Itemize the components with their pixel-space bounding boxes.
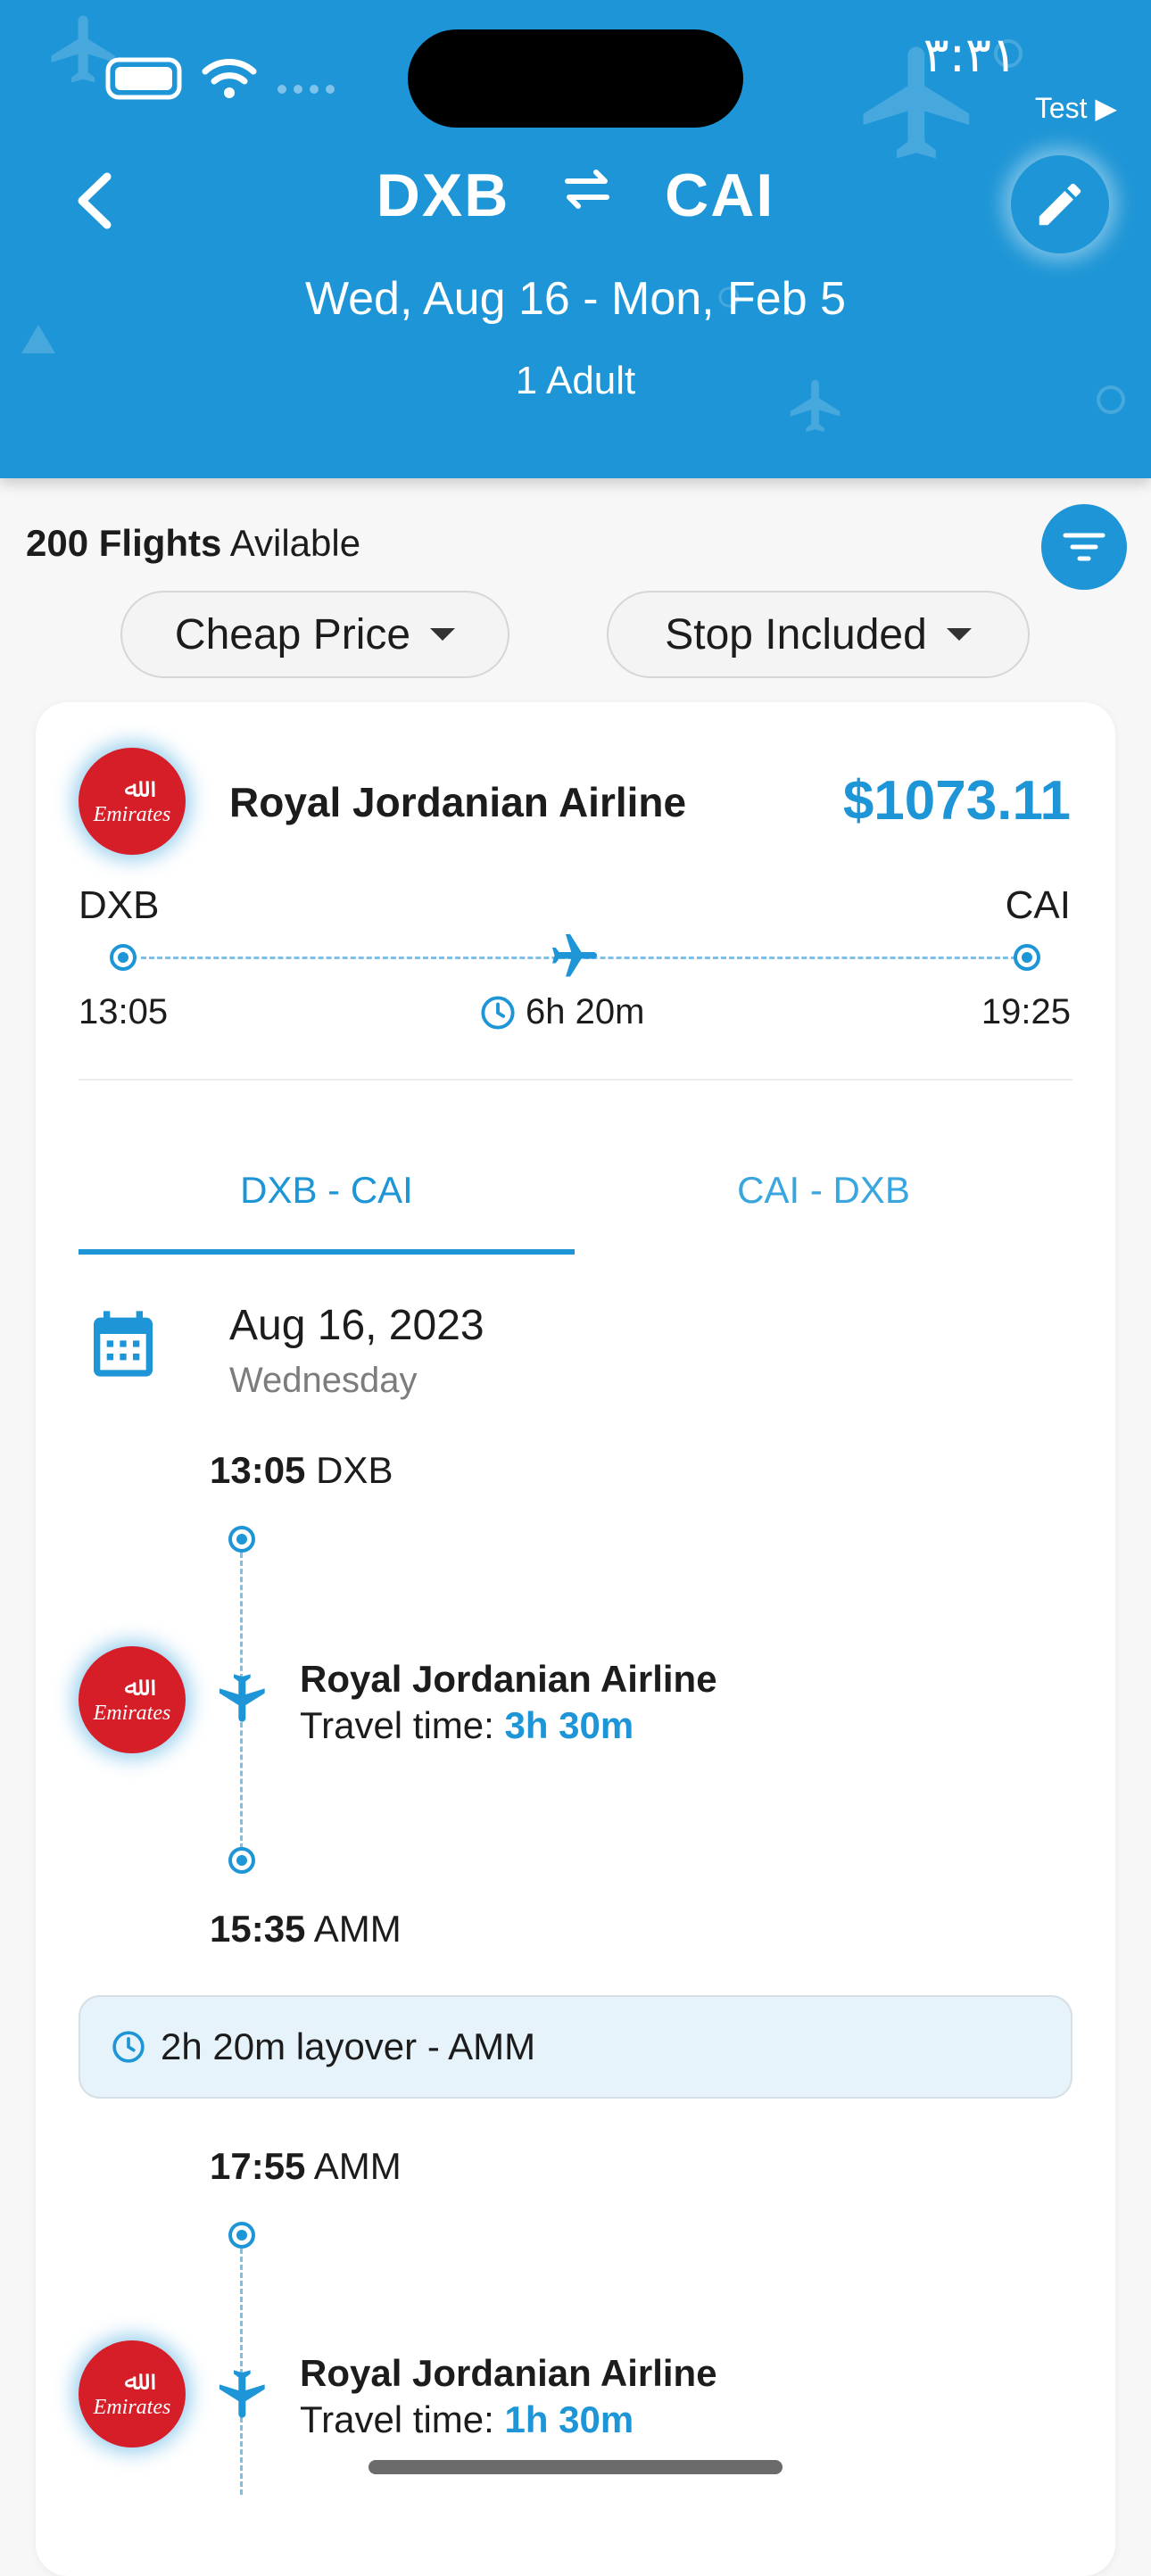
flights-count: 200 Flights Avilable: [26, 522, 360, 565]
duration: 6h 20m: [479, 992, 644, 1032]
swap-arrows-icon: [565, 170, 610, 209]
caret-down-icon: [430, 628, 456, 641]
airline-logo-glyph: ﷲ: [124, 774, 140, 803]
airline-logo-glyph: ﷲ: [124, 2366, 140, 2396]
filter-button[interactable]: [1041, 504, 1127, 590]
leg2-start-point: [228, 2222, 255, 2249]
flight-date: Aug 16, 2023: [229, 1302, 484, 1349]
stops-label: Stop Included: [665, 610, 927, 658]
arrive-time: 19:25: [981, 992, 1071, 1031]
flight-weekday: Wednesday: [229, 1361, 418, 1400]
leg2-travel-time: Travel time: 1h 30m: [300, 2398, 633, 2441]
flights-count-number: 200 Flights: [26, 522, 222, 564]
layover-text: 2h 20m layover - AMM: [161, 2025, 536, 2067]
travel-dates: Wed, Aug 16 - Mon, Feb 5: [304, 273, 847, 325]
leg1-start-point: [228, 1526, 255, 1553]
calendar-icon: [94, 1311, 153, 1377]
from-airport-code: DXB: [79, 883, 160, 927]
leg1-arrive-code: AMM: [313, 1908, 402, 1950]
edit-pencil-icon: [1039, 183, 1081, 226]
airline-logo: ﷲ Emirates: [79, 2340, 186, 2448]
flight-card[interactable]: [36, 702, 1115, 2576]
destination-code: CAI: [665, 162, 775, 230]
leg1-departure: 13:05 DXB: [210, 1449, 393, 1492]
active-tab-indicator: [79, 1249, 575, 1255]
leg2-travel-label: Travel time:: [300, 2398, 494, 2440]
signal-dots-icon: [277, 85, 335, 94]
passenger-count: 1 Adult: [515, 359, 636, 402]
leg2-departure: 17:55 AMM: [210, 2145, 402, 2188]
layover-banner: 2h 20m layover - AMM: [79, 1995, 1072, 2099]
leg1-travel-time: Travel time: 3h 30m: [300, 1704, 633, 1747]
origin-point: [110, 944, 137, 971]
card-divider: [79, 1079, 1072, 1081]
caret-down-icon: [946, 628, 972, 641]
search-header: ٣:٣١ Test ▶ DXB CAI Wed, Aug 16 - Mon, F…: [0, 0, 1151, 478]
tab-outbound[interactable]: DXB - CAI: [79, 1169, 575, 1212]
status-time: ٣:٣١: [923, 27, 1017, 83]
airline-logo: ﷲ Emirates: [79, 1646, 186, 1753]
leg2-depart-time: 17:55: [210, 2145, 306, 2187]
decorative-triangle-icon: [21, 325, 55, 353]
flights-available-label: Avilable: [229, 522, 361, 564]
leg1-arrive-time: 15:35: [210, 1908, 306, 1950]
leg1-end-point: [228, 1847, 255, 1874]
tab-return[interactable]: CAI - DXB: [575, 1169, 1072, 1212]
leg2-airline: Royal Jordanian Airline: [300, 2352, 717, 2394]
airline-logo: ﷲ Emirates: [79, 748, 186, 855]
clock-icon: [112, 2031, 145, 2063]
back-to-app-label[interactable]: Test ▶: [1035, 91, 1117, 125]
leg1-arrival: 15:35 AMM: [210, 1908, 402, 1951]
airline-logo-glyph: ﷲ: [124, 1672, 140, 1702]
sort-price-dropdown[interactable]: Cheap Price: [120, 591, 509, 678]
leg1-depart-code: DXB: [316, 1449, 393, 1491]
sort-price-label: Cheap Price: [174, 610, 411, 658]
airline-logo-text: Emirates: [93, 803, 171, 826]
leg1-depart-time: 13:05: [210, 1449, 306, 1491]
origin-code: DXB: [376, 162, 510, 230]
duration-text: 6h 20m: [526, 992, 645, 1031]
dynamic-island: [408, 29, 743, 128]
to-airport-code: CAI: [1005, 883, 1071, 927]
clock-icon: [481, 995, 515, 1030]
destination-point: [1014, 944, 1040, 971]
battery-icon: [105, 57, 182, 100]
leg2-depart-code: AMM: [313, 2145, 402, 2187]
flight-price: $1073.11: [842, 770, 1071, 832]
airline-logo-text: Emirates: [93, 2396, 171, 2419]
leg2-travel-value: 1h 30m: [504, 2398, 634, 2440]
filter-icon: [1063, 533, 1105, 561]
depart-time: 13:05: [79, 992, 169, 1031]
airplane-icon: [552, 934, 597, 977]
route-title: DXB CAI: [0, 156, 1151, 230]
airplane-icon: [219, 1674, 265, 1722]
airline-name: Royal Jordanian Airline: [229, 779, 687, 825]
airplane-icon: [219, 2370, 265, 2418]
leg1-travel-value: 3h 30m: [504, 1704, 634, 1746]
wifi-icon: [202, 59, 257, 98]
leg1-travel-label: Travel time:: [300, 1704, 494, 1746]
edit-search-button[interactable]: [1011, 155, 1109, 253]
home-indicator[interactable]: [368, 2460, 783, 2474]
airline-logo-text: Emirates: [93, 1702, 171, 1725]
leg1-airline: Royal Jordanian Airline: [300, 1658, 717, 1700]
stops-dropdown[interactable]: Stop Included: [607, 591, 1030, 678]
